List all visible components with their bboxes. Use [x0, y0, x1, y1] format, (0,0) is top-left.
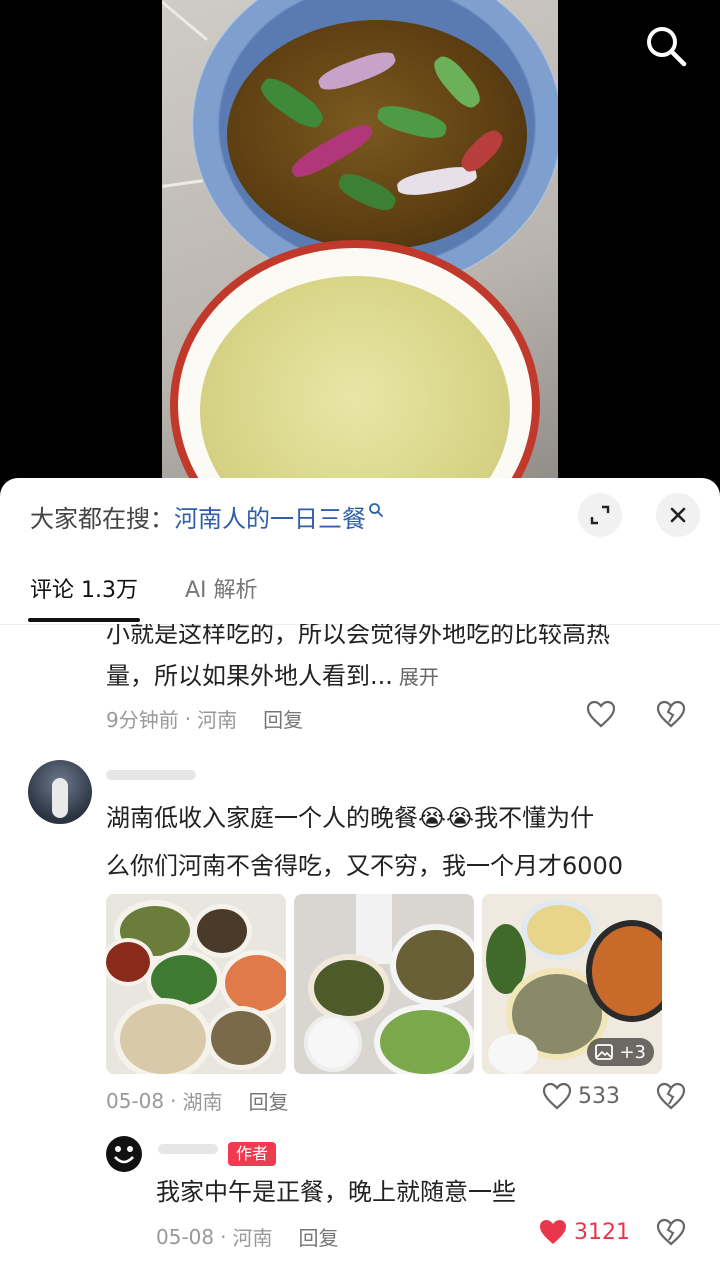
comment-text-line: 我家中午是正餐，晚上就随意一些	[156, 1178, 516, 1206]
more-images-count: +3	[619, 1041, 646, 1063]
comment-location: 河南	[232, 1226, 273, 1250]
comment-text-segment: 我不懂为什	[474, 804, 595, 832]
tab-comments[interactable]: 评论 1.3万	[30, 572, 138, 604]
comment-time: 05-08	[156, 1224, 215, 1249]
comment-time: 05-08	[106, 1088, 165, 1113]
avatar[interactable]	[106, 1136, 142, 1172]
meta-separator: ·	[170, 1088, 177, 1113]
comment-meta: 9分钟前 · 河南 回复	[106, 704, 303, 733]
like-button[interactable]: 533	[542, 1082, 620, 1110]
small-search-icon	[369, 503, 383, 517]
comment-location: 河南	[197, 708, 238, 732]
comment-text-line: 么你们河南不舍得吃，又不穷，我一个月才6000	[106, 852, 624, 880]
comment-sheet: 大家都在搜： 河南人的一日三餐 评论 1.3万 AI 解析 小就是这样吃的，所以…	[0, 478, 720, 1280]
dislike-button[interactable]	[656, 1218, 686, 1246]
heart-outline-icon	[586, 700, 616, 728]
millet-porridge-bowl	[170, 240, 540, 500]
like-count: 533	[578, 1083, 620, 1109]
reply-button[interactable]: 回复	[263, 704, 303, 733]
expand-button[interactable]	[578, 493, 622, 537]
comment-text-line: 量，所以如果外地人看到... 展开	[106, 652, 439, 701]
comment-text-line: 湖南低收入家庭一个人的晚餐😭😭我不懂为什	[106, 794, 594, 842]
meta-separator: ·	[184, 706, 192, 731]
avatar[interactable]	[28, 760, 92, 824]
search-icon	[647, 27, 687, 67]
comment-tabs: 评论 1.3万 AI 解析	[0, 566, 720, 625]
comment-list[interactable]: 小就是这样吃的，所以会觉得外地吃的比较高热 量，所以如果外地人看到... 展开 9…	[0, 624, 720, 1280]
author-badge: 作者	[228, 1142, 277, 1166]
comment-meta: 05-08 · 河南 回复	[156, 1222, 338, 1251]
video-player[interactable]	[0, 0, 720, 500]
crying-emoji: 😭	[418, 804, 447, 832]
tab-ai-analysis[interactable]: AI 解析	[185, 572, 258, 604]
broken-heart-icon	[656, 700, 686, 728]
like-count: 3121	[574, 1219, 630, 1245]
search-button[interactable]	[644, 24, 688, 68]
dislike-button[interactable]	[656, 700, 686, 728]
expand-icon	[590, 505, 610, 525]
comment-text-segment: 量，所以如果外地人看到...	[106, 662, 393, 690]
video-frame-food-photo	[162, 0, 558, 500]
heart-filled-icon	[540, 1220, 566, 1244]
active-tab-indicator	[28, 618, 140, 622]
username-redacted[interactable]	[106, 770, 196, 780]
smiley-icon	[114, 1146, 134, 1164]
heart-outline-icon	[542, 1082, 572, 1110]
like-button[interactable]: 3121	[538, 1218, 630, 1246]
comment-location: 湖南	[182, 1090, 223, 1114]
comment-time: 9分钟前	[106, 708, 179, 732]
like-button[interactable]	[586, 700, 616, 728]
hot-search-keyword[interactable]: 河南人的一日三餐	[174, 499, 366, 534]
meta-separator: ·	[220, 1224, 227, 1249]
comment-meta: 05-08 · 湖南 回复	[106, 1086, 288, 1115]
hot-search-prefix: 大家都在搜：	[30, 504, 174, 533]
dislike-button[interactable]	[656, 1082, 686, 1110]
close-icon	[670, 507, 686, 523]
image-icon	[595, 1044, 614, 1060]
close-button[interactable]	[656, 493, 700, 537]
expand-comment-link[interactable]: 展开	[399, 665, 439, 689]
comment-image[interactable]	[294, 894, 474, 1074]
comment-text-segment: 湖南低收入家庭一个人的晚餐	[106, 804, 418, 832]
reply-button[interactable]: 回复	[248, 1086, 288, 1115]
comment-image[interactable]: +3	[482, 894, 662, 1074]
reply-button[interactable]: 回复	[298, 1222, 338, 1251]
crying-emoji: 😭	[446, 804, 475, 832]
broken-heart-icon	[656, 1082, 686, 1110]
broken-heart-icon	[656, 1218, 686, 1246]
username-redacted[interactable]	[158, 1144, 218, 1154]
more-images-badge[interactable]: +3	[587, 1038, 654, 1066]
comment-image[interactable]	[106, 894, 286, 1074]
hot-search-bar[interactable]: 大家都在搜： 河南人的一日三餐	[30, 498, 384, 534]
